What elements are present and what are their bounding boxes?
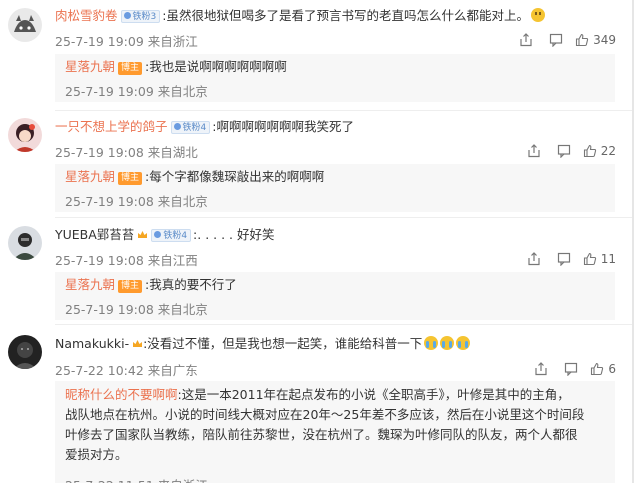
- comment-line: 肉松雪豹卷 铁粉3:虽然很地狱但喝多了是看了预言书写的老直吗怎么什么都能对上。: [55, 7, 545, 25]
- reply-box: 昵称什么的不要啊啊:这是一本2011年在起点发布的小说《全职高手》，叶修是其中的…: [55, 381, 615, 483]
- comment-text: :. . . . . 好好笑: [193, 227, 275, 242]
- username-link[interactable]: YUEBA郢苔苔: [55, 227, 134, 242]
- comment-item: Namakukki- :没看过不懂，但是我也想一起笑，谁能给科普一下 25-7-2…: [0, 325, 632, 483]
- like-count: 22: [600, 144, 616, 158]
- fan-badge: 铁粉4: [170, 121, 211, 134]
- reply-text-line: 战队地点在杭州。小说的时间线大概对应在20年～25年差不多应该，然后在小说里这个…: [65, 407, 585, 422]
- like-count: 349: [593, 33, 616, 47]
- like-count: 11: [600, 252, 616, 266]
- reply-username-link[interactable]: 昵称什么的不要啊啊: [65, 387, 178, 402]
- comment-icon[interactable]: [549, 142, 579, 160]
- reply-meta: 25-7-19 19:08 来自北京: [65, 194, 208, 209]
- reply-meta: 25-7-22 11:51 来自浙江: [65, 475, 208, 483]
- fan-badge: 铁粉4: [151, 229, 192, 242]
- crying-emoji-icon: [440, 336, 455, 350]
- reply-box: 星落九朝 博主:我真的要不行了 25-7-19 19:08 来自北京: [55, 272, 615, 320]
- like-icon: [583, 252, 596, 266]
- share-icon[interactable]: [526, 360, 556, 378]
- share-icon[interactable]: [511, 31, 541, 49]
- reply-line: 星落九朝 博主:我也是说啊啊啊啊啊啊啊: [65, 58, 287, 76]
- share-icon[interactable]: [519, 142, 549, 160]
- like-count: 6: [608, 362, 616, 376]
- host-badge: 博主: [118, 280, 143, 293]
- avatar[interactable]: [8, 8, 42, 42]
- reply-box: 星落九朝 博主:每个字都像魏琛敲出来的啊啊啊 25-7-19 19:08 来自北京: [55, 164, 615, 212]
- comment-meta: 25-7-19 19:09 来自浙江: [55, 34, 198, 49]
- reply-text: :每个字都像魏琛敲出来的啊啊啊: [145, 169, 325, 184]
- fan-badge: 铁粉3: [120, 10, 161, 23]
- like-icon: [591, 362, 604, 376]
- avatar[interactable]: [8, 118, 42, 152]
- comment-text: :没看过不懂，但是我也想一起笑，谁能给科普一下: [143, 336, 423, 351]
- reply-text-line: 爱损对方。: [65, 447, 128, 462]
- smile-emoji-icon: [530, 8, 545, 22]
- comment-item: YUEBA郢苔苔 铁粉4:. . . . . 好好笑 25-7-19 19:08 …: [0, 218, 632, 322]
- comment-line: 一只不想上学的鸽子 铁粉4:啊啊啊啊啊啊啊我笑死了: [55, 118, 354, 136]
- comment-item: 一只不想上学的鸽子 铁粉4:啊啊啊啊啊啊啊我笑死了 25-7-19 19:08 来…: [0, 112, 632, 216]
- reply-username-link[interactable]: 星落九朝: [65, 277, 115, 292]
- comment-text: :啊啊啊啊啊啊啊我笑死了: [212, 119, 354, 134]
- reply-text: :我真的要不行了: [145, 277, 237, 292]
- crying-emoji-icon: [424, 336, 439, 350]
- avatar[interactable]: [8, 226, 42, 260]
- reply-box: 星落九朝 博主:我也是说啊啊啊啊啊啊啊 25-7-19 19:09 来自北京: [55, 54, 615, 102]
- like-button[interactable]: 349: [575, 33, 616, 47]
- comment-actions: 349: [511, 31, 616, 49]
- comment-actions: 22: [519, 142, 616, 160]
- comment-meta: 25-7-19 19:08 来自江西: [55, 253, 198, 268]
- avatar[interactable]: [8, 335, 42, 369]
- divider: [55, 110, 632, 111]
- comment-meta: 25-7-19 19:08 来自湖北: [55, 145, 198, 160]
- like-icon: [583, 144, 596, 158]
- comment-item: 肉松雪豹卷 铁粉3:虽然很地狱但喝多了是看了预言书写的老直吗怎么什么都能对上。 2…: [0, 0, 632, 112]
- crying-emoji-icon: [456, 336, 471, 350]
- username-link[interactable]: 肉松雪豹卷: [55, 8, 118, 23]
- reply-line: 星落九朝 博主:我真的要不行了: [65, 276, 237, 294]
- host-badge: 博主: [118, 62, 143, 75]
- reply-text-block: 昵称什么的不要啊啊:这是一本2011年在起点发布的小说《全职高手》，叶修是其中的…: [65, 385, 610, 465]
- reply-username-link[interactable]: 星落九朝: [65, 59, 115, 74]
- comment-line: YUEBA郢苔苔 铁粉4:. . . . . 好好笑: [55, 226, 275, 244]
- reply-text: :我也是说啊啊啊啊啊啊啊: [145, 59, 287, 74]
- comment-actions: 6: [526, 360, 616, 378]
- like-button[interactable]: 22: [583, 144, 616, 158]
- like-icon: [576, 33, 589, 47]
- reply-line: 星落九朝 博主:每个字都像魏琛敲出来的啊啊啊: [65, 168, 324, 186]
- comment-text: :虽然很地狱但喝多了是看了预言书写的老直吗怎么什么都能对上。: [162, 8, 529, 23]
- username-link[interactable]: 一只不想上学的鸽子: [55, 119, 168, 134]
- reply-username-link[interactable]: 星落九朝: [65, 169, 115, 184]
- reply-text-line: :这是一本2011年在起点发布的小说《全职高手》，叶修是其中的主角，: [177, 387, 570, 402]
- comment-icon[interactable]: [549, 250, 579, 268]
- username-link[interactable]: Namakukki-: [55, 336, 129, 351]
- reply-meta: 25-7-19 19:09 来自北京: [65, 84, 208, 99]
- like-button[interactable]: 6: [590, 362, 616, 376]
- comment-actions: 11: [519, 250, 616, 268]
- crown-icon: [138, 231, 148, 238]
- share-icon[interactable]: [519, 250, 549, 268]
- reply-meta: 25-7-19 19:08 来自北京: [65, 302, 208, 317]
- comment-line: Namakukki- :没看过不懂，但是我也想一起笑，谁能给科普一下: [55, 335, 471, 353]
- comment-meta: 25-7-22 10:42 来自广东: [55, 363, 198, 378]
- crown-icon: [133, 340, 143, 347]
- comment-icon[interactable]: [556, 360, 586, 378]
- like-button[interactable]: 11: [583, 252, 616, 266]
- host-badge: 博主: [118, 172, 143, 185]
- reply-text-line: 叶修去了国家队当教练，陪队前往苏黎世，没在杭州了。魏琛为叶修同队的队友，两个人都…: [65, 427, 578, 442]
- comment-icon[interactable]: [541, 31, 571, 49]
